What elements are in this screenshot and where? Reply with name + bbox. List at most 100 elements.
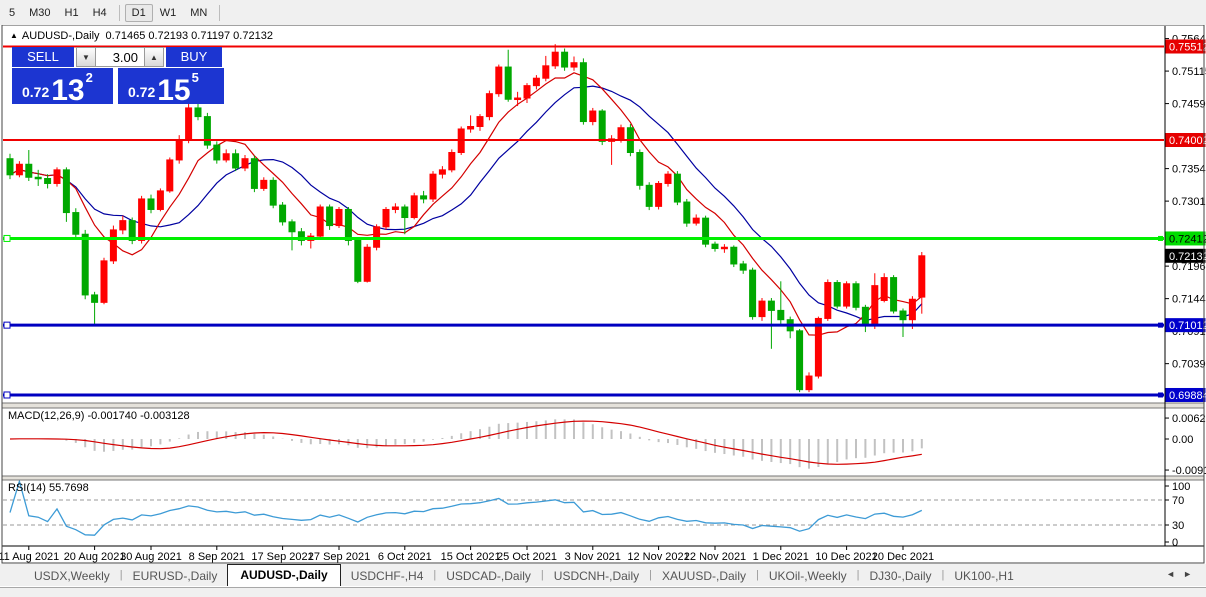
candle-body bbox=[166, 159, 174, 192]
candle-body bbox=[213, 144, 221, 161]
timeframe-button-d1[interactable]: D1 bbox=[124, 3, 153, 22]
rsi-scale-label: 30 bbox=[1172, 520, 1184, 532]
splitter-band[interactable] bbox=[2, 403, 1204, 408]
line-handle-right[interactable] bbox=[1158, 235, 1163, 241]
volume-decrease-button[interactable]: ▼ bbox=[76, 47, 96, 67]
candle-body bbox=[185, 107, 193, 141]
macd-values: -0.001740 -0.003128 bbox=[87, 410, 190, 422]
tab-usdchf-h4[interactable]: USDCHF-,H4 bbox=[341, 566, 434, 586]
candle-body bbox=[335, 208, 343, 227]
pane-splitter-1[interactable] bbox=[2, 402, 1204, 409]
candle-body bbox=[664, 173, 672, 184]
tab-usdcnh-daily[interactable]: USDCNH-,Daily bbox=[544, 566, 649, 586]
tab-dj30-daily[interactable]: DJ30-,Daily bbox=[860, 566, 942, 586]
candle-body bbox=[81, 233, 89, 296]
candle-body bbox=[711, 243, 719, 249]
timeframe-button-w1[interactable]: W1 bbox=[153, 4, 184, 22]
time-tick-label: 3 Nov 2021 bbox=[565, 551, 621, 563]
candle-body bbox=[551, 51, 559, 67]
candle-body bbox=[175, 139, 183, 161]
candle-body bbox=[62, 169, 70, 214]
tab-uk100-h1[interactable]: UK100-,H1 bbox=[944, 566, 1023, 586]
rsi-value: 55.7698 bbox=[48, 482, 89, 494]
buy-price-small: 0.72 bbox=[128, 84, 156, 100]
ohlc-values: 0.71465 0.72193 0.71197 0.72132 bbox=[105, 30, 273, 42]
rsi-name: RSI(14) bbox=[8, 482, 46, 494]
tab-scroll-left-icon[interactable]: ◄ bbox=[1166, 569, 1183, 579]
tab-audusd-daily[interactable]: AUDUSD-,Daily bbox=[227, 564, 341, 586]
volume-increase-button[interactable]: ▲ bbox=[144, 47, 164, 67]
time-tick-label: 6 Oct 2021 bbox=[378, 551, 432, 563]
candle-body bbox=[824, 282, 832, 319]
hline-price-label: 0.74002 bbox=[1165, 133, 1206, 147]
line-handle-left[interactable] bbox=[3, 321, 11, 329]
candle-body bbox=[147, 198, 155, 210]
splitter-band[interactable] bbox=[2, 476, 1204, 480]
candle-body bbox=[579, 62, 587, 123]
candle-body bbox=[194, 107, 202, 118]
timeframe-button-m30[interactable]: M30 bbox=[22, 4, 57, 22]
candle-body bbox=[476, 116, 484, 128]
symbol-tab-bar: USDX,Weekly | EURUSD-,Daily AUDUSD-,Daily US… bbox=[0, 564, 1206, 586]
candle-body bbox=[382, 208, 390, 228]
scale-tick-label: 0.74590 bbox=[1172, 99, 1206, 111]
one-click-trading-panel: SELL ▼ ▲ BUY 0.72 13 2 0.72 15 5 bbox=[12, 47, 224, 106]
sell-price-display[interactable]: 0.72 13 2 bbox=[12, 68, 113, 106]
hline-price-label: 0.75512 bbox=[1165, 39, 1206, 54]
tab-ukoil-weekly[interactable]: UKOil-,Weekly bbox=[759, 566, 857, 586]
scale-tick-label: 0.73540 bbox=[1172, 164, 1206, 176]
time-tick-label: 8 Sep 2021 bbox=[189, 551, 245, 563]
line-handle-right[interactable] bbox=[1158, 322, 1163, 328]
candle-body bbox=[363, 246, 371, 282]
timeframe-toolbar: 5 M30 H1 H4 D1 W1 MN bbox=[0, 0, 1206, 25]
candle-body bbox=[532, 77, 540, 87]
candle-body bbox=[720, 246, 728, 250]
candle-body bbox=[561, 51, 569, 68]
time-tick-label: 1 Dec 2021 bbox=[753, 551, 809, 563]
collapse-triangle-icon[interactable]: ▲ bbox=[10, 31, 18, 40]
candle-body bbox=[570, 62, 578, 68]
tab-usdcad-daily[interactable]: USDCAD-,Daily bbox=[436, 566, 541, 586]
candle-body bbox=[232, 153, 240, 169]
candle-body bbox=[279, 204, 287, 223]
candle-body bbox=[777, 309, 785, 321]
time-tick-label: 15 Oct 2021 bbox=[441, 551, 501, 563]
volume-input[interactable] bbox=[96, 47, 144, 67]
timeframe-button-h1[interactable]: H1 bbox=[58, 4, 86, 22]
candle-body bbox=[702, 217, 710, 245]
buy-price-display[interactable]: 0.72 15 5 bbox=[118, 68, 224, 106]
candle-body bbox=[241, 158, 249, 169]
timeframe-button-h4[interactable]: H4 bbox=[86, 4, 114, 22]
candle-body bbox=[655, 182, 663, 207]
pane-splitter-2[interactable] bbox=[2, 475, 1204, 481]
candle-body bbox=[420, 195, 428, 200]
candle-body bbox=[871, 285, 879, 327]
candle-body bbox=[758, 300, 766, 318]
tab-scroll-right-icon[interactable]: ► bbox=[1183, 569, 1200, 579]
tab-eurusd-daily[interactable]: EURUSD-,Daily bbox=[123, 566, 228, 586]
candle-body bbox=[598, 110, 606, 142]
rsi-label: RSI(14) 55.7698 bbox=[8, 482, 89, 494]
hline-price-label: 0.72412 bbox=[1165, 231, 1206, 246]
timeframe-button-5[interactable]: 5 bbox=[2, 4, 22, 22]
candle-body bbox=[119, 220, 127, 231]
candle-body bbox=[692, 217, 700, 224]
sell-button[interactable]: SELL bbox=[12, 47, 74, 67]
price-label-text: 0.69884 bbox=[1169, 390, 1206, 402]
price-label-text: 0.75512 bbox=[1169, 42, 1206, 54]
price-label-text: 0.71012 bbox=[1169, 320, 1206, 332]
scale-tick-label: 0.71440 bbox=[1172, 294, 1206, 306]
candle-body bbox=[645, 184, 653, 207]
candle-body bbox=[72, 212, 80, 235]
tab-usdx-weekly[interactable]: USDX,Weekly bbox=[24, 566, 120, 586]
timeframe-button-mn[interactable]: MN bbox=[183, 4, 214, 22]
buy-button[interactable]: BUY bbox=[166, 47, 222, 67]
candle-body bbox=[25, 163, 33, 178]
line-handle-left[interactable] bbox=[3, 234, 11, 242]
tab-xauusd-daily[interactable]: XAUUSD-,Daily bbox=[652, 566, 756, 586]
line-handle-right[interactable] bbox=[1158, 392, 1163, 398]
candle-body bbox=[91, 294, 99, 303]
line-handle-left[interactable] bbox=[3, 391, 11, 399]
candle-body bbox=[391, 206, 399, 210]
chevron-up-icon: ▲ bbox=[150, 52, 158, 62]
